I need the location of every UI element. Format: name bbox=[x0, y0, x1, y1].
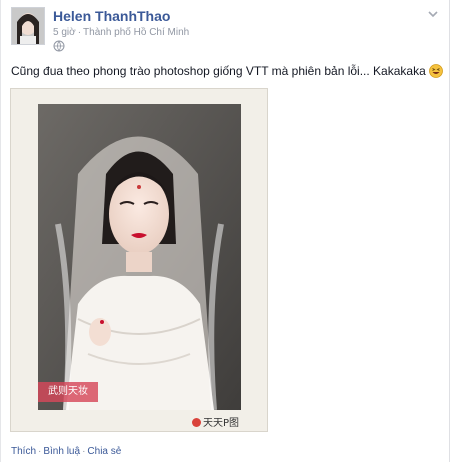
post-card: Helen ThanhThao 5 giờ · Thành phố Hồ Chí M… bbox=[0, 0, 450, 462]
chevron-down-icon[interactable] bbox=[427, 9, 439, 19]
like-link[interactable]: Thích bbox=[11, 446, 36, 457]
watermark-logo: 天天P图 bbox=[191, 414, 239, 429]
action-separator: · bbox=[38, 446, 42, 457]
post-message: Cũng đua theo phong trào photoshop giống… bbox=[11, 64, 443, 78]
post-photo[interactable]: 武则天妆 天天P图 bbox=[10, 88, 268, 432]
photo-image: 武则天妆 bbox=[38, 104, 241, 410]
watermark-logo-text: 天天P图 bbox=[202, 418, 239, 429]
meta-separator: · bbox=[77, 27, 82, 38]
watermark-banner: 武则天妆 bbox=[38, 382, 98, 402]
globe-icon[interactable] bbox=[53, 40, 65, 52]
post-actions: Thích · Bình luậ · Chia sẻ bbox=[11, 446, 121, 457]
bride-portrait-image bbox=[38, 104, 241, 410]
avatar[interactable] bbox=[11, 7, 45, 45]
app-logo-icon bbox=[191, 418, 201, 427]
grinning-squint-face-emoji bbox=[428, 64, 443, 78]
post-meta: 5 giờ · Thành phố Hồ Chí Minh bbox=[53, 27, 189, 38]
author-name[interactable]: Helen ThanhThao bbox=[53, 8, 170, 24]
avatar-image bbox=[12, 8, 44, 44]
post-message-text: Cũng đua theo phong trào photoshop giống… bbox=[11, 64, 426, 78]
post-location[interactable]: Thành phố Hồ Chí Minh bbox=[83, 27, 189, 38]
action-separator: · bbox=[82, 446, 86, 457]
post-time[interactable]: 5 giờ bbox=[53, 27, 76, 38]
share-link[interactable]: Chia sẻ bbox=[87, 446, 121, 457]
comment-link[interactable]: Bình luậ bbox=[43, 446, 80, 457]
